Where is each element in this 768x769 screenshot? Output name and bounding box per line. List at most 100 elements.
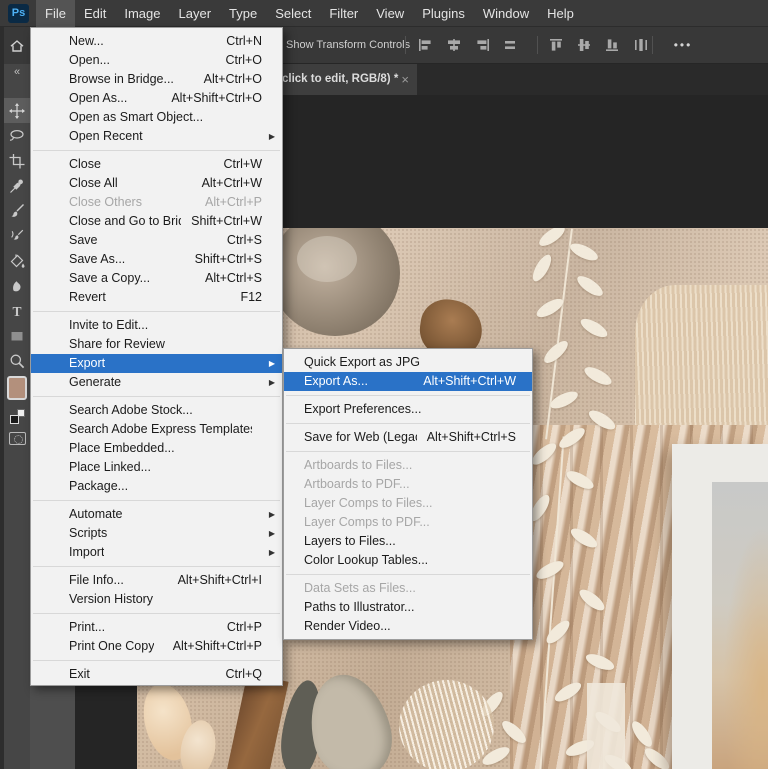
menu-separator	[286, 574, 530, 575]
file-menu-item-share-for-review[interactable]: Share for Review	[31, 335, 282, 354]
foreground-color-swatch[interactable]	[7, 376, 27, 400]
menu-item-shortcut	[506, 532, 516, 551]
tool-brush-tool[interactable]	[4, 198, 30, 223]
quick-mask-icon[interactable]	[9, 432, 26, 445]
swap-colors-icon[interactable]	[10, 409, 25, 424]
file-menu-item-automate[interactable]: Automate ▶	[31, 505, 282, 524]
file-menu-item-save-a-copy[interactable]: Save a Copy... Alt+Ctrl+S	[31, 269, 282, 288]
file-menu-item-search-adobe-stock[interactable]: Search Adobe Stock...	[31, 401, 282, 420]
file-menu-item-open[interactable]: Open... Ctrl+O	[31, 51, 282, 70]
file-menu-item-print-one-copy[interactable]: Print One Copy Alt+Shift+Ctrl+P	[31, 637, 282, 656]
file-menu-item-print[interactable]: Print... Ctrl+P	[31, 618, 282, 637]
eyedropper-tool-icon	[9, 178, 25, 194]
tool-crop-tool[interactable]	[4, 148, 30, 173]
options-button-align-left-edges[interactable]	[412, 34, 440, 56]
menubar-item-window[interactable]: Window	[474, 0, 538, 27]
home-icon[interactable]	[9, 38, 25, 54]
document-tab[interactable]: click to edit, RGB/8) * ×	[260, 64, 417, 95]
tool-shape-tool[interactable]	[4, 323, 30, 348]
menubar-item-label: Image	[124, 5, 161, 21]
file-menu-item-generate[interactable]: Generate ▶	[31, 373, 282, 392]
file-menu-item-browse-in-bridge[interactable]: Browse in Bridge... Alt+Ctrl+O	[31, 70, 282, 89]
export-menu-item-layer-comps-to-pdf[interactable]: Layer Comps to PDF...	[284, 513, 532, 532]
menu-item-label: Place Linked...	[69, 460, 151, 474]
file-menu-item-export[interactable]: Export ▶	[31, 354, 282, 373]
export-menu-item-color-lookup-tables[interactable]: Color Lookup Tables...	[284, 551, 532, 570]
export-menu-item-layers-to-files[interactable]: Layers to Files...	[284, 532, 532, 551]
file-menu-item-invite-to-edit[interactable]: Invite to Edit...	[31, 316, 282, 335]
tool-smudge-tool[interactable]	[4, 273, 30, 298]
menubar-item-image[interactable]: Image	[115, 0, 169, 27]
menubar-item-view[interactable]: View	[367, 0, 413, 27]
file-menu-item-place-linked[interactable]: Place Linked...	[31, 458, 282, 477]
menubar-item-label: View	[376, 5, 405, 21]
file-menu-item-close-others[interactable]: Close Others Alt+Ctrl+P	[31, 193, 282, 212]
file-menu-item-place-embedded[interactable]: Place Embedded...	[31, 439, 282, 458]
options-button-distribute-horizontals[interactable]	[496, 34, 524, 56]
file-menu-item-close-and-go-to-bridge[interactable]: Close and Go to Bridge... Shift+Ctrl+W	[31, 212, 282, 231]
menu-item-label: Data Sets as Files...	[304, 581, 416, 595]
tool-zoom-tool[interactable]	[4, 348, 30, 373]
menubar-item-plugins[interactable]: Plugins	[413, 0, 474, 27]
menubar-item-file[interactable]: File	[36, 0, 75, 27]
export-menu-item-artboards-to-files[interactable]: Artboards to Files...	[284, 456, 532, 475]
menubar-item-edit[interactable]: Edit	[75, 0, 115, 27]
export-menu-item-paths-to-illustrator[interactable]: Paths to Illustrator...	[284, 598, 532, 617]
options-button-align-top-edges[interactable]	[543, 34, 571, 56]
options-button-align-vertical-centers[interactable]	[571, 34, 599, 56]
file-menu-item-open-recent[interactable]: Open Recent ▶	[31, 127, 282, 146]
export-menu-item-save-for-web-legacy[interactable]: Save for Web (Legacy)... Alt+Shift+Ctrl+…	[284, 428, 532, 447]
file-menu-item-version-history[interactable]: Version History	[31, 590, 282, 609]
more-options-icon[interactable]: •••	[663, 27, 703, 63]
file-menu-item-close-all[interactable]: Close All Alt+Ctrl+W	[31, 174, 282, 193]
menu-item-shortcut: Alt+Ctrl+P	[205, 195, 262, 209]
tool-type-tool[interactable]: T	[4, 298, 30, 323]
file-menu-item-close[interactable]: Close Ctrl+W	[31, 155, 282, 174]
menubar-item-help[interactable]: Help	[538, 0, 583, 27]
export-menu-item-quick-export-as-jpg[interactable]: Quick Export as JPG	[284, 353, 532, 372]
file-menu-item-scripts[interactable]: Scripts ▶	[31, 524, 282, 543]
menu-item-label: Paths to Illustrator...	[304, 600, 415, 614]
export-menu-item-artboards-to-pdf[interactable]: Artboards to PDF...	[284, 475, 532, 494]
file-menu-item-revert[interactable]: Revert F12	[31, 288, 282, 307]
options-button-align-bottom-edges[interactable]	[599, 34, 627, 56]
file-menu-item-package[interactable]: Package...	[31, 477, 282, 496]
export-menu-item-layer-comps-to-files[interactable]: Layer Comps to Files...	[284, 494, 532, 513]
menu-item-label: Export	[69, 356, 106, 370]
menubar-item-type[interactable]: Type	[220, 0, 266, 27]
file-menu-item-exit[interactable]: Exit Ctrl+Q	[31, 665, 282, 684]
menu-separator	[286, 451, 530, 452]
tool-eyedropper-tool[interactable]	[4, 173, 30, 198]
file-menu-item-file-info[interactable]: File Info... Alt+Shift+Ctrl+I	[31, 571, 282, 590]
options-button-align-horizontal-centers[interactable]	[440, 34, 468, 56]
submenu-arrow-icon: ▶	[268, 378, 275, 387]
tool-lasso-tool[interactable]	[4, 123, 30, 148]
distribute-verticals-icon	[633, 38, 649, 52]
tool-move-tool[interactable]	[4, 98, 30, 123]
collapse-panel-icon[interactable]: «	[4, 66, 30, 78]
file-menu-item-search-adobe-express-templates[interactable]: Search Adobe Express Templates...	[31, 420, 282, 439]
menubar-item-select[interactable]: Select	[266, 0, 320, 27]
file-menu-item-save-as[interactable]: Save As... Shift+Ctrl+S	[31, 250, 282, 269]
close-icon[interactable]: ×	[401, 64, 409, 95]
options-button-align-right-edges[interactable]	[468, 34, 496, 56]
menubar-item-filter[interactable]: Filter	[320, 0, 367, 27]
file-menu-item-open-as[interactable]: Open As... Alt+Shift+Ctrl+O	[31, 89, 282, 108]
menubar-item-layer[interactable]: Layer	[170, 0, 221, 27]
menu-item-shortcut	[506, 617, 516, 636]
export-menu-item-render-video[interactable]: Render Video...	[284, 617, 532, 636]
file-menu-item-new[interactable]: New... Ctrl+N	[31, 32, 282, 51]
menubar-item-label: Select	[275, 5, 312, 21]
options-button-distribute-verticals[interactable]	[627, 34, 655, 56]
export-menu-item-export-as[interactable]: Export As... Alt+Shift+Ctrl+W	[284, 372, 532, 391]
menu-separator	[33, 396, 280, 397]
file-menu-item-open-as-smart-object[interactable]: Open as Smart Object...	[31, 108, 282, 127]
export-menu-item-export-preferences[interactable]: Export Preferences...	[284, 400, 532, 419]
export-menu-item-data-sets-as-files[interactable]: Data Sets as Files...	[284, 579, 532, 598]
file-menu-item-import[interactable]: Import ▶	[31, 543, 282, 562]
smudge-tool-icon	[9, 278, 25, 294]
menu-item-shortcut: Shift+Ctrl+S	[194, 252, 262, 266]
tool-history-brush-tool[interactable]	[4, 223, 30, 248]
tool-paint-bucket-tool[interactable]	[4, 248, 30, 273]
file-menu-item-save[interactable]: Save Ctrl+S	[31, 231, 282, 250]
